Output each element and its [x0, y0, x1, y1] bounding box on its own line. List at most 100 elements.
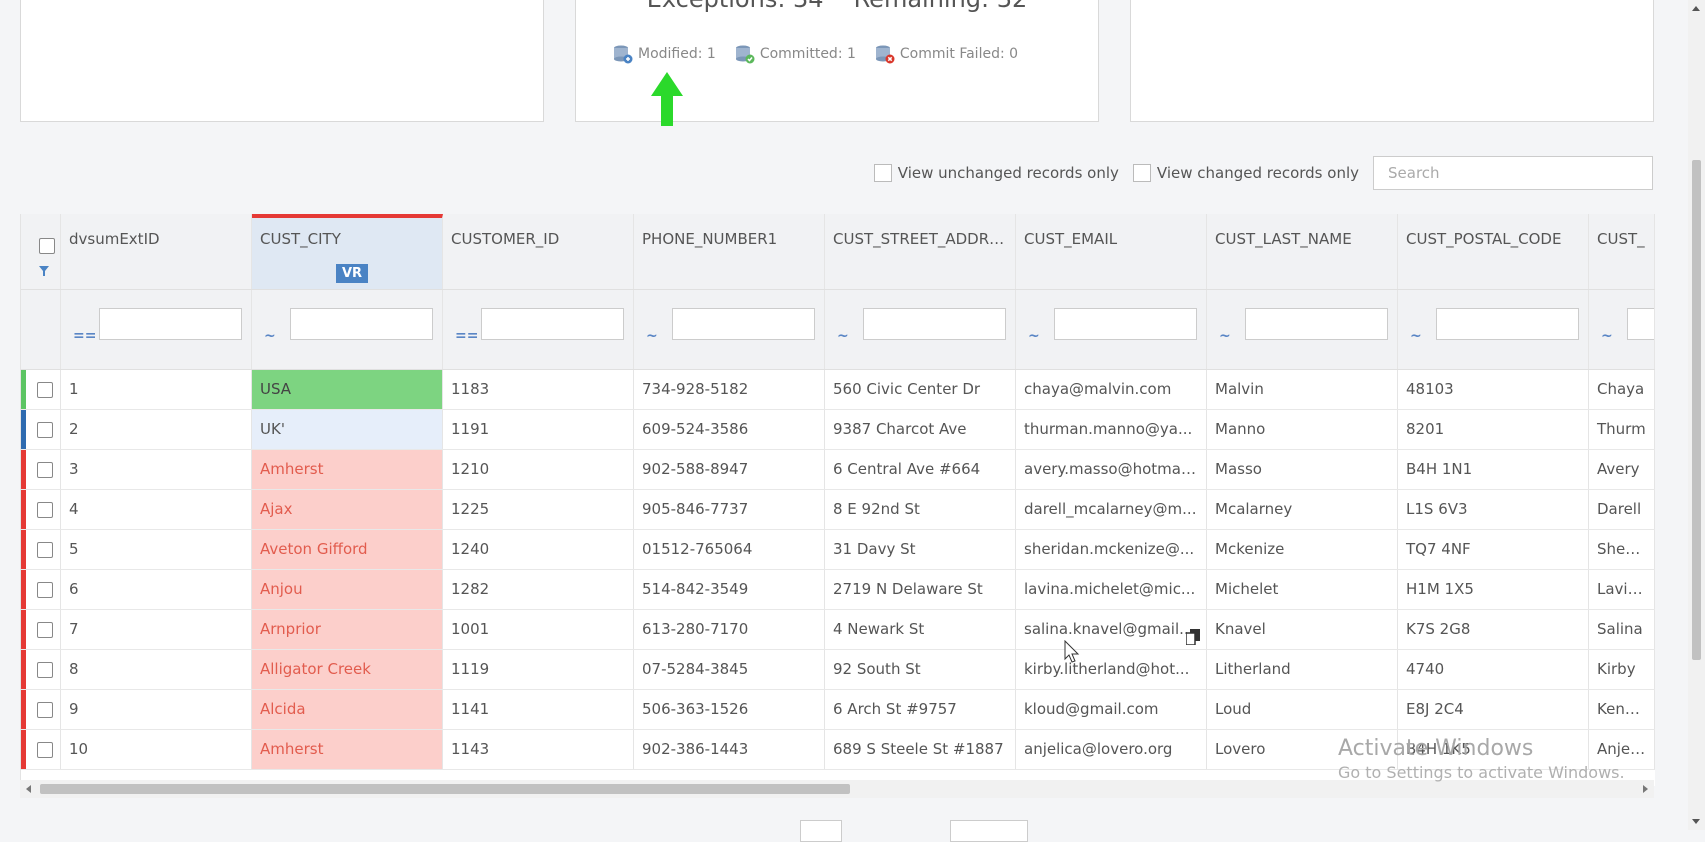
- cell-first-name[interactable]: Chaya: [1589, 370, 1655, 409]
- scroll-right-icon[interactable]: [1643, 785, 1648, 793]
- cell-email[interactable]: lavina.michelet@mic...: [1016, 570, 1207, 609]
- filter-operator[interactable]: ==: [73, 316, 96, 356]
- cell-last-name[interactable]: Lovero: [1207, 730, 1398, 769]
- filter-operator[interactable]: ~: [1219, 316, 1231, 356]
- cell-postal-code[interactable]: L1S 6V3: [1398, 490, 1589, 529]
- cell-street-address[interactable]: 6 Arch St #9757: [825, 690, 1016, 729]
- row-checkbox[interactable]: [37, 382, 53, 398]
- cell-cust-city[interactable]: Amherst: [252, 730, 443, 769]
- search-input[interactable]: [1373, 156, 1653, 190]
- column-filter-input[interactable]: [1245, 308, 1388, 340]
- column-header-customer-id[interactable]: CUSTOMER_ID: [443, 214, 634, 289]
- cell-postal-code[interactable]: B4H 1N1: [1398, 450, 1589, 489]
- cell-postal-code[interactable]: H1M 1X5: [1398, 570, 1589, 609]
- cell-phone-number[interactable]: 514-842-3549: [634, 570, 825, 609]
- cell-ext-id[interactable]: 10: [61, 730, 252, 769]
- cell-first-name[interactable]: Salina: [1589, 610, 1655, 649]
- cell-last-name[interactable]: Litherland: [1207, 650, 1398, 689]
- cell-last-name[interactable]: Manno: [1207, 410, 1398, 449]
- cell-phone-number[interactable]: 902-386-1443: [634, 730, 825, 769]
- filter-operator[interactable]: ~: [646, 316, 658, 356]
- row-checkbox[interactable]: [37, 502, 53, 518]
- column-filter-input[interactable]: [1627, 308, 1654, 340]
- cell-phone-number[interactable]: 734-928-5182: [634, 370, 825, 409]
- cell-postal-code[interactable]: K7S 2G8: [1398, 610, 1589, 649]
- filter-operator[interactable]: ~: [264, 316, 276, 356]
- table-row[interactable]: 4 Ajax 1225 905-846-7737 8 E 92nd St darell_m…: [21, 490, 1655, 530]
- cell-street-address[interactable]: 4 Newark St: [825, 610, 1016, 649]
- table-row[interactable]: 5 Aveton Gifford 1240 01512-765064 31 Davy S…: [21, 530, 1655, 570]
- table-row[interactable]: 6 Anjou 1282 514-842-3549 2719 N Delaware St…: [21, 570, 1655, 610]
- cell-ext-id[interactable]: 8: [61, 650, 252, 689]
- view-unchanged-checkbox-box[interactable]: [873, 164, 892, 182]
- copy-icon[interactable]: [1185, 621, 1200, 649]
- cell-cust-city[interactable]: UK': [252, 410, 443, 449]
- cell-last-name[interactable]: Masso: [1207, 450, 1398, 489]
- column-header-cust-street-address[interactable]: CUST_STREET_ADDRESS: [825, 214, 1016, 289]
- cell-email[interactable]: thurman.manno@ya...: [1016, 410, 1207, 449]
- cell-cust-city[interactable]: Amherst: [252, 450, 443, 489]
- cell-email[interactable]: kirby.litherland@hot...: [1016, 650, 1207, 689]
- cell-ext-id[interactable]: 1: [61, 370, 252, 409]
- cell-customer-id[interactable]: 1143: [443, 730, 634, 769]
- cell-ext-id[interactable]: 5: [61, 530, 252, 569]
- cell-phone-number[interactable]: 613-280-7170: [634, 610, 825, 649]
- row-checkbox[interactable]: [37, 702, 53, 718]
- commit-failed-status[interactable]: Commit Failed: 0: [874, 43, 1018, 65]
- cell-ext-id[interactable]: 4: [61, 490, 252, 529]
- cell-first-name[interactable]: Darell: [1589, 490, 1655, 529]
- cell-phone-number[interactable]: 609-524-3586: [634, 410, 825, 449]
- filter-operator[interactable]: ==: [455, 316, 478, 356]
- cell-email[interactable]: darell_mcalarney@m...: [1016, 490, 1207, 529]
- table-row[interactable]: 7 Arnprior 1001 613-280-7170 4 Newark St sali…: [21, 610, 1655, 650]
- cell-first-name[interactable]: Kendra: [1589, 690, 1655, 729]
- cell-ext-id[interactable]: 3: [61, 450, 252, 489]
- cell-customer-id[interactable]: 1141: [443, 690, 634, 729]
- cell-cust-city[interactable]: Aveton Gifford: [252, 530, 443, 569]
- filter-funnel-icon[interactable]: [39, 266, 49, 276]
- cell-cust-city[interactable]: Ajax: [252, 490, 443, 529]
- view-changed-checkbox[interactable]: View changed records only: [1132, 164, 1359, 182]
- cell-ext-id[interactable]: 7: [61, 610, 252, 649]
- scroll-down-icon[interactable]: [1692, 819, 1700, 824]
- table-row[interactable]: 3 Amherst 1210 902-588-8947 6 Central Ave #6…: [21, 450, 1655, 490]
- cell-postal-code[interactable]: TQ7 4NF: [1398, 530, 1589, 569]
- cell-street-address[interactable]: 9387 Charcot Ave: [825, 410, 1016, 449]
- row-checkbox[interactable]: [37, 422, 53, 438]
- cell-customer-id[interactable]: 1240: [443, 530, 634, 569]
- column-filter-input[interactable]: [672, 308, 815, 340]
- vr-badge[interactable]: VR: [336, 264, 369, 283]
- committed-status[interactable]: Committed: 1: [734, 43, 856, 65]
- cell-street-address[interactable]: 560 Civic Center Dr: [825, 370, 1016, 409]
- column-header-cust-city[interactable]: CUST_CITY VR: [252, 214, 443, 289]
- filter-operator[interactable]: ~: [837, 316, 849, 356]
- cell-email[interactable]: salina.knavel@gmail...: [1016, 610, 1207, 649]
- cell-last-name[interactable]: Mcalarney: [1207, 490, 1398, 529]
- cell-customer-id[interactable]: 1282: [443, 570, 634, 609]
- cell-first-name[interactable]: Anjelica: [1589, 730, 1655, 769]
- cell-postal-code[interactable]: E8J 2C4: [1398, 690, 1589, 729]
- column-header-cust-last-name[interactable]: CUST_LAST_NAME: [1207, 214, 1398, 289]
- cell-phone-number[interactable]: 01512-765064: [634, 530, 825, 569]
- modified-status[interactable]: Modified: 1: [612, 43, 716, 65]
- column-filter-input[interactable]: [1054, 308, 1197, 340]
- horizontal-scroll-thumb[interactable]: [40, 784, 850, 794]
- cell-last-name[interactable]: Michelet: [1207, 570, 1398, 609]
- cell-postal-code[interactable]: 4740: [1398, 650, 1589, 689]
- column-header-dvsumextid[interactable]: dvsumExtID: [61, 214, 252, 289]
- cell-first-name[interactable]: Avery: [1589, 450, 1655, 489]
- cell-phone-number[interactable]: 07-5284-3845: [634, 650, 825, 689]
- cell-postal-code[interactable]: B4H 1K5: [1398, 730, 1589, 769]
- pager-page-input[interactable]: [800, 820, 842, 842]
- cell-customer-id[interactable]: 1225: [443, 490, 634, 529]
- cell-email[interactable]: sheridan.mckenize@...: [1016, 530, 1207, 569]
- cell-phone-number[interactable]: 902-588-8947: [634, 450, 825, 489]
- table-row[interactable]: 10 Amherst 1143 902-386-1443 689 S Steele St…: [21, 730, 1655, 770]
- row-checkbox[interactable]: [37, 462, 53, 478]
- filter-operator[interactable]: ~: [1410, 316, 1422, 356]
- cell-email[interactable]: chaya@malvin.com: [1016, 370, 1207, 409]
- pager-size-select[interactable]: [950, 820, 1028, 842]
- table-row[interactable]: 8 Alligator Creek 1119 07-5284-3845 92 South…: [21, 650, 1655, 690]
- filter-operator[interactable]: ~: [1601, 316, 1613, 356]
- cell-cust-city[interactable]: Arnprior: [252, 610, 443, 649]
